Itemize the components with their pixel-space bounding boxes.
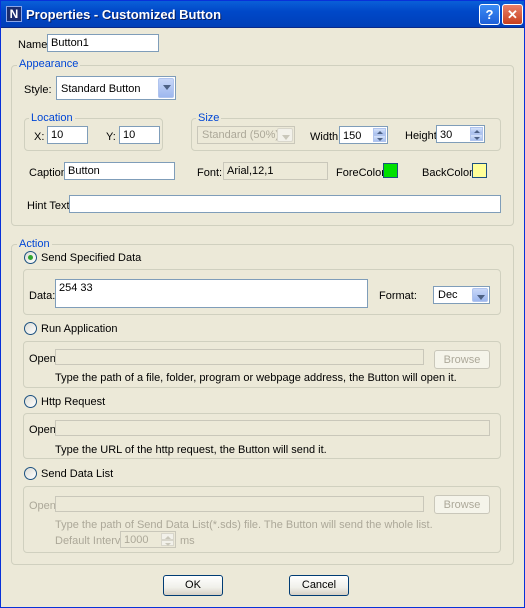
- name-label: Name:: [18, 39, 51, 51]
- http-hint: Type the URL of the http request, the Bu…: [55, 444, 327, 456]
- backcolor-label: BackColor:: [422, 167, 476, 179]
- width-value: 150: [343, 130, 362, 142]
- height-value: 30: [440, 129, 453, 141]
- run-app-hint: Type the path of a file, folder, program…: [55, 372, 457, 384]
- y-label: Y:: [106, 131, 116, 143]
- send-data-list-radio[interactable]: [24, 467, 37, 480]
- run-app-browse-button: Browse: [434, 350, 490, 369]
- data-list-browse-button: Browse: [434, 495, 490, 514]
- size-group-title: Size: [196, 112, 222, 124]
- width-label: Width:: [310, 131, 342, 143]
- appearance-group-title: Appearance: [17, 58, 81, 70]
- size-preset-select: Standard (50%): [197, 126, 295, 144]
- window-title: Properties - Customized Button: [26, 7, 222, 22]
- send-specified-data-radio[interactable]: [24, 251, 37, 264]
- spin-up-icon[interactable]: [373, 128, 386, 135]
- y-input[interactable]: 10: [119, 126, 160, 144]
- width-spinner[interactable]: 150: [339, 126, 388, 144]
- size-preset-value: Standard (50%): [202, 129, 280, 141]
- run-app-path-input: [55, 349, 424, 365]
- close-button[interactable]: ✕: [502, 4, 523, 25]
- cancel-button[interactable]: Cancel: [289, 575, 349, 596]
- data-textarea[interactable]: 254 33: [55, 279, 368, 308]
- hint-text-label: Hint Text:: [27, 200, 73, 212]
- x-input[interactable]: 10: [47, 126, 88, 144]
- style-label: Style:: [24, 84, 52, 96]
- forecolor-label: ForeColor:: [336, 167, 388, 179]
- format-label: Format:: [379, 290, 417, 302]
- properties-dialog: N Properties - Customized Button ? ✕ Nam…: [0, 0, 525, 608]
- spin-down-icon[interactable]: [373, 135, 386, 142]
- height-label: Height:: [405, 130, 440, 142]
- help-button[interactable]: ?: [479, 4, 500, 25]
- style-select[interactable]: Standard Button: [56, 76, 176, 100]
- chevron-down-icon: [472, 288, 488, 302]
- send-specified-data-label[interactable]: Send Specified Data: [41, 252, 141, 264]
- default-interval-label: Default Interval: [55, 535, 129, 547]
- http-request-radio[interactable]: [24, 395, 37, 408]
- spin-down-icon[interactable]: [470, 134, 483, 141]
- format-select[interactable]: Dec: [433, 286, 490, 304]
- spin-up-icon[interactable]: [470, 127, 483, 134]
- hint-text-input[interactable]: [69, 195, 501, 213]
- run-application-radio[interactable]: [24, 322, 37, 335]
- backcolor-swatch[interactable]: [472, 163, 487, 178]
- http-request-label[interactable]: Http Request: [41, 396, 105, 408]
- action-group-title: Action: [17, 238, 52, 250]
- title-bar[interactable]: N Properties - Customized Button ? ✕: [1, 1, 524, 28]
- chevron-down-icon: [277, 128, 293, 142]
- caption-input[interactable]: Button: [64, 162, 175, 180]
- x-label: X:: [34, 131, 45, 143]
- height-spinner[interactable]: 30: [436, 125, 485, 143]
- forecolor-swatch[interactable]: [383, 163, 398, 178]
- name-input[interactable]: Button1: [47, 34, 159, 52]
- data-list-hint: Type the path of Send Data List(*.sds) f…: [55, 519, 433, 531]
- run-application-label[interactable]: Run Application: [41, 323, 117, 335]
- font-label: Font:: [197, 167, 223, 179]
- font-selector[interactable]: Arial,12,1: [223, 162, 328, 180]
- ok-button[interactable]: OK: [163, 575, 223, 596]
- spin-down-icon: [161, 539, 174, 546]
- send-data-list-label[interactable]: Send Data List: [41, 468, 113, 480]
- chevron-down-icon: [158, 78, 174, 98]
- data-list-path-input: [55, 496, 424, 512]
- style-select-value: Standard Button: [61, 83, 141, 95]
- data-label: Data:: [29, 290, 56, 302]
- location-group-title: Location: [29, 112, 75, 124]
- format-select-value: Dec: [438, 289, 458, 301]
- default-interval-spinner: 1000: [120, 531, 176, 548]
- default-interval-value: 1000: [124, 534, 149, 546]
- interval-unit-label: ms: [180, 535, 195, 547]
- app-logo-icon: N: [6, 6, 22, 22]
- http-url-input: [55, 420, 490, 436]
